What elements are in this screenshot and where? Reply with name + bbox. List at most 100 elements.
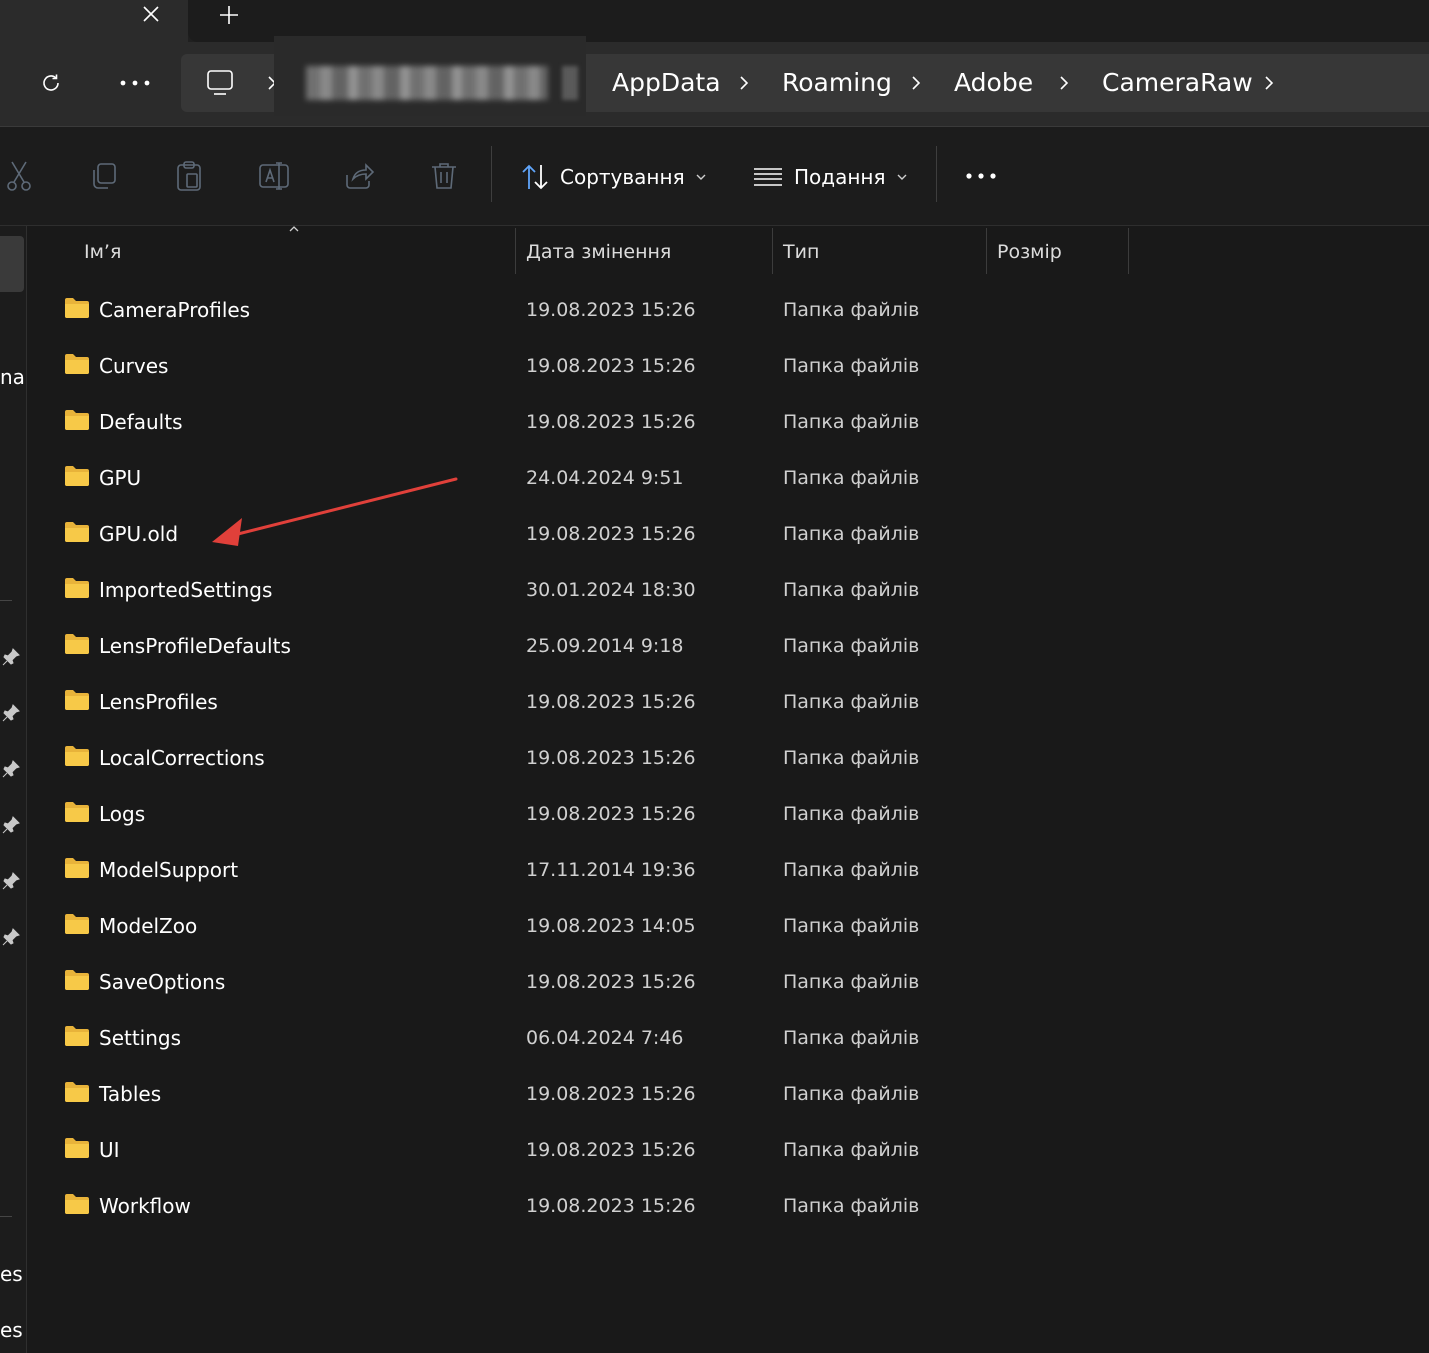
folder-icon — [65, 354, 89, 374]
column-divider[interactable] — [515, 228, 516, 274]
breadcrumb-separator[interactable] — [1257, 66, 1281, 100]
sort-button[interactable]: Сортування — [520, 158, 707, 196]
column-header-date[interactable]: Дата змінення — [526, 228, 671, 276]
rename-button[interactable] — [257, 158, 291, 194]
pin-icon — [0, 758, 22, 780]
column-divider[interactable] — [986, 228, 987, 274]
table-row[interactable]: ModelSupport 17.11.2014 19:36 Папка файлів — [30, 842, 1429, 898]
folder-icon — [65, 1194, 89, 1214]
column-header-size[interactable]: Розмір — [997, 228, 1062, 276]
breadcrumb-roaming[interactable]: Roaming — [782, 62, 892, 102]
folder-icon — [65, 466, 89, 486]
table-row[interactable]: Defaults 19.08.2023 15:26 Папка файлів — [30, 394, 1429, 450]
copy-button[interactable] — [87, 158, 121, 194]
file-date-modified: 25.09.2014 9:18 — [526, 635, 684, 657]
breadcrumb-separator[interactable] — [732, 66, 756, 100]
breadcrumb-adobe[interactable]: Adobe — [954, 62, 1033, 102]
table-row[interactable]: ModelZoo 19.08.2023 14:05 Папка файлів — [30, 898, 1429, 954]
column-divider[interactable] — [1128, 228, 1129, 274]
table-row[interactable]: CameraProfiles 19.08.2023 15:26 Папка файл… — [30, 282, 1429, 338]
file-type: Папка файлів — [783, 803, 920, 825]
share-button[interactable] — [342, 158, 376, 194]
nav-item-label[interactable]: es — [0, 1318, 26, 1342]
table-row[interactable]: Settings 06.04.2024 7:46 Папка файлів — [30, 1010, 1429, 1066]
file-date-modified: 30.01.2024 18:30 — [526, 579, 696, 601]
file-name: Defaults — [99, 410, 183, 434]
breadcrumb-separator[interactable] — [904, 66, 928, 100]
paste-icon — [177, 161, 201, 191]
table-row[interactable]: Workflow 19.08.2023 15:26 Папка файлів — [30, 1178, 1429, 1234]
pin-icon — [0, 814, 22, 836]
breadcrumb-separator[interactable] — [1052, 66, 1076, 100]
file-name: LensProfiles — [99, 690, 218, 714]
file-name: GPU — [99, 466, 142, 490]
file-date-modified: 19.08.2023 15:26 — [526, 355, 696, 377]
file-name: ImportedSettings — [99, 578, 273, 602]
file-name: CameraProfiles — [99, 298, 251, 322]
table-row[interactable]: SaveOptions 19.08.2023 15:26 Папка файлів — [30, 954, 1429, 1010]
table-row[interactable]: LensProfiles 19.08.2023 15:26 Папка файлів — [30, 674, 1429, 730]
toolbar-divider — [936, 146, 937, 202]
paste-button[interactable] — [172, 158, 206, 194]
view-button[interactable]: Подання — [752, 158, 908, 196]
file-type: Папка файлів — [783, 523, 920, 545]
column-header-type[interactable]: Тип — [783, 228, 819, 276]
nav-item-label[interactable]: nal — [0, 365, 26, 389]
refresh-button[interactable] — [36, 66, 66, 100]
folder-icon — [65, 970, 89, 990]
file-name: ModelSupport — [99, 858, 239, 882]
file-type: Папка файлів — [783, 411, 920, 433]
pin-icon — [0, 702, 22, 724]
table-row[interactable]: UI 19.08.2023 15:26 Папка файлів — [30, 1122, 1429, 1178]
close-tab-button[interactable] — [138, 0, 164, 28]
new-tab-button[interactable] — [216, 2, 242, 28]
file-date-modified: 19.08.2023 15:26 — [526, 803, 696, 825]
this-pc-button[interactable] — [203, 66, 237, 100]
file-name: GPU.old — [99, 522, 179, 546]
folder-icon — [65, 746, 89, 766]
folder-icon — [65, 410, 89, 430]
table-row[interactable]: ImportedSettings 30.01.2024 18:30 Папка фа… — [30, 562, 1429, 618]
folder-icon — [65, 914, 89, 934]
column-divider[interactable] — [772, 228, 773, 274]
folder-icon — [65, 298, 89, 318]
more-navigation-button[interactable] — [114, 66, 156, 100]
file-type: Папка файлів — [783, 467, 920, 489]
table-row[interactable]: LocalCorrections 19.08.2023 15:26 Папка фа… — [30, 730, 1429, 786]
chevron-right-icon — [740, 76, 749, 90]
navigation-pane-selected-item[interactable] — [0, 236, 24, 292]
redacted-path-fragment — [562, 66, 578, 100]
file-name: Settings — [99, 1026, 182, 1050]
folder-icon — [65, 578, 89, 598]
file-date-modified: 19.08.2023 15:26 — [526, 971, 696, 993]
more-icon — [120, 80, 150, 86]
pin-icon — [0, 646, 22, 668]
delete-icon — [432, 163, 456, 189]
see-more-button[interactable] — [958, 160, 1004, 192]
pin-icon — [0, 870, 22, 892]
monitor-icon — [207, 70, 233, 95]
redacted-path — [306, 66, 548, 100]
folder-icon — [65, 1082, 89, 1102]
column-header-name[interactable]: Ім’я — [84, 228, 121, 276]
delete-button[interactable] — [427, 158, 461, 194]
chevron-right-icon — [1265, 76, 1274, 90]
table-row[interactable]: Curves 19.08.2023 15:26 Папка файлів — [30, 338, 1429, 394]
navigation-pane — [0, 226, 27, 1353]
cut-button[interactable] — [2, 158, 36, 194]
nav-item-label[interactable]: es — [0, 1262, 26, 1286]
chevron-right-icon — [912, 76, 921, 90]
share-icon — [346, 163, 375, 189]
file-type: Папка файлів — [783, 579, 920, 601]
chevron-down-icon — [897, 174, 907, 180]
file-date-modified: 19.08.2023 15:26 — [526, 1195, 696, 1217]
breadcrumb-cameraraw[interactable]: CameraRaw — [1102, 62, 1253, 102]
folder-icon — [65, 802, 89, 822]
table-row[interactable]: LensProfileDefaults 25.09.2014 9:18 Папка … — [30, 618, 1429, 674]
file-type: Папка файлів — [783, 355, 920, 377]
table-row[interactable]: Tables 19.08.2023 15:26 Папка файлів — [30, 1066, 1429, 1122]
file-name: ModelZoo — [99, 914, 198, 938]
breadcrumb-appdata[interactable]: AppData — [612, 62, 721, 102]
table-row[interactable]: Logs 19.08.2023 15:26 Папка файлів — [30, 786, 1429, 842]
chevron-up-icon — [289, 226, 299, 232]
